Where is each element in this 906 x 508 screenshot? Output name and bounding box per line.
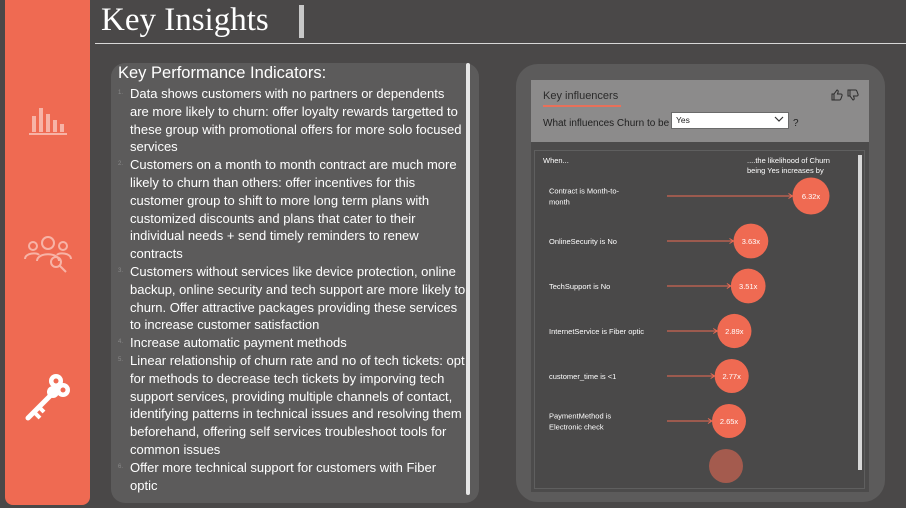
kpi-item-text: Linear relationship of churn rate and no… — [130, 352, 465, 457]
title-divider — [95, 43, 906, 44]
kpi-item-number: 6. — [118, 463, 124, 470]
kpi-item: 1. Data shows customers with no partners … — [118, 85, 466, 156]
chevron-down-icon — [774, 115, 784, 125]
kpi-item: 5. Linear relationship of churn rate and … — [118, 352, 466, 459]
influencer-value: 2.89x — [725, 327, 744, 336]
influencer-label: InternetService is Fiber optic — [549, 327, 644, 336]
title-accent-bar — [299, 5, 304, 38]
influencer-label: PaymentMethod is — [549, 412, 611, 421]
kpi-item-number: 1. — [118, 90, 124, 96]
influencer-value: 3.51x — [739, 282, 758, 291]
user-group-search-icon — [23, 229, 73, 273]
influencer-value: 3.63x — [742, 237, 761, 246]
influencers-list: When... ....the likelihood of Churn bein… — [534, 150, 865, 489]
influencers-scrollbar[interactable] — [858, 155, 862, 470]
kpi-list: 1. Data shows customers with no partners … — [118, 85, 466, 494]
key-influencers-header: Key influencers What influences Churn to… — [531, 80, 869, 142]
influencer-row[interactable]: Contract is Month-to-month 6.32x — [549, 177, 830, 215]
nav-button-overview[interactable] — [5, 95, 90, 145]
influencer-bubble-partial — [709, 449, 743, 483]
influencer-rows: Contract is Month-to-month 6.32x OnlineSec… — [549, 177, 830, 483]
influencer-value: 2.65x — [720, 417, 739, 426]
kpi-item-number: 3. — [118, 267, 124, 274]
kpi-item-text: Customers without services like device p… — [130, 263, 466, 333]
influencer-value: 2.77x — [723, 372, 742, 381]
influencer-label: OnlineSecurity is No — [549, 237, 617, 246]
kpi-item-number: 2. — [118, 161, 124, 168]
bar-chart-icon — [28, 102, 68, 138]
key-influencers-panel: Key influencers What influences Churn to… — [516, 64, 885, 502]
influencer-label: Contract is Month-to- — [549, 187, 620, 196]
influencer-label: customer_time is <1 — [549, 372, 616, 381]
tab-key-influencers[interactable]: Key influencers — [543, 90, 618, 102]
kpi-item-number: 5. — [118, 356, 124, 363]
influencer-row[interactable]: OnlineSecurity is No 3.63x — [549, 223, 769, 259]
thumbs-down-icon[interactable] — [847, 88, 859, 106]
nav-button-insights[interactable] — [5, 368, 90, 426]
tab-underline — [543, 105, 621, 107]
kpi-item-text: Data shows customers with no partners or… — [130, 86, 462, 155]
kpi-scrollbar[interactable] — [466, 63, 470, 495]
influencer-row[interactable]: customer_time is <1 2.77x — [549, 358, 749, 394]
thumbs-up-icon[interactable] — [831, 88, 843, 106]
influencer-row[interactable]: InternetService is Fiber optic 2.89x — [549, 313, 752, 349]
dropdown-selected-value: Yes — [676, 115, 690, 125]
nav-rail — [5, 0, 90, 505]
key-icon — [22, 370, 74, 424]
influencer-label: TechSupport is No — [549, 282, 610, 291]
kpi-heading: Key Performance Indicators: — [118, 64, 327, 82]
influence-question-label: What influences Churn to be — [543, 118, 670, 129]
kpi-item: 3. Customers without services like device… — [118, 263, 466, 334]
churn-value-dropdown[interactable]: Yes — [671, 112, 789, 129]
kpi-item-number: 4. — [118, 339, 124, 346]
key-influencers-visual: Key influencers What influences Churn to… — [531, 80, 869, 492]
influencer-label: month — [549, 198, 570, 207]
influencer-row[interactable]: PaymentMethod is Electronic check 2.65x — [549, 404, 746, 438]
nav-button-customers[interactable] — [5, 225, 90, 277]
kpi-item: 2. Customers on a month to month contract… — [118, 156, 466, 263]
kpi-item-text: Offer more technical support for custome… — [130, 459, 437, 493]
kpi-item: 6. Offer more technical support for custo… — [118, 459, 466, 495]
kpi-item: 4. Increase automatic payment methods — [118, 334, 466, 352]
influencer-value: 6.32x — [802, 192, 821, 201]
kpi-item-text: Customers on a month to month contract a… — [130, 157, 457, 262]
page-title: Key Insights — [101, 2, 269, 38]
kpi-item-text: Increase automatic payment methods — [130, 335, 347, 351]
kpi-panel: Key Performance Indicators: 1. Data shows… — [111, 63, 479, 503]
influencer-row[interactable]: TechSupport is No 3.51x — [549, 268, 766, 304]
influencer-label: Electronic check — [549, 423, 604, 432]
feedback-buttons — [831, 88, 859, 106]
help-icon[interactable]: ? — [793, 118, 799, 129]
